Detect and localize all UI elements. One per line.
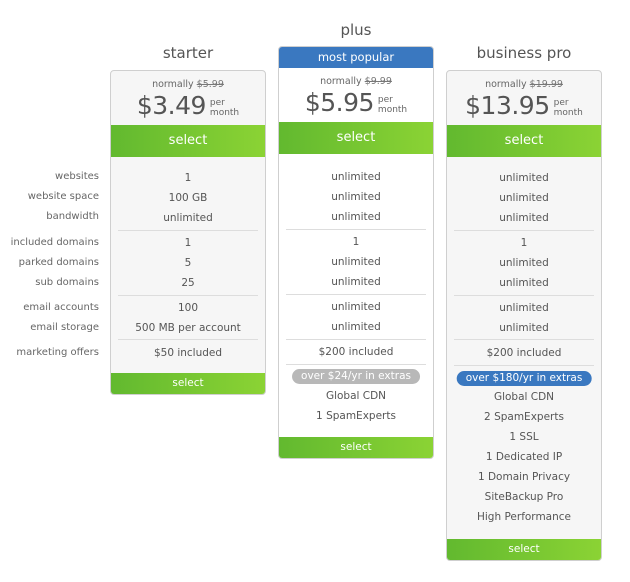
divider (118, 230, 258, 231)
period-label: month (209, 108, 240, 118)
feature-label-marketing-offers: marketing offers (16, 347, 99, 358)
feature-value: 100 (177, 302, 199, 314)
feature-value: 1 (352, 236, 360, 248)
extra-feature: 2 SpamExperts (484, 411, 564, 423)
period-label: month (553, 108, 583, 118)
plan-card-starter: normally $5.99 $3.49 per month select 1 1… (110, 70, 266, 395)
feature-value: unlimited (499, 322, 549, 334)
normal-price: normally $5.99 (111, 79, 265, 90)
feature-value: unlimited (331, 171, 381, 183)
price-period: per month (554, 98, 583, 118)
feature-label-included-domains: included domains (10, 237, 99, 248)
per-label: per (553, 98, 569, 108)
select-button-top[interactable]: select (279, 122, 433, 154)
per-label: per (209, 98, 225, 108)
feature-value: unlimited (163, 212, 213, 224)
select-button-top[interactable]: select (111, 125, 265, 157)
price-row: $3.49 per month (111, 91, 265, 121)
divider (118, 339, 258, 340)
divider (286, 229, 426, 230)
divider (454, 365, 594, 366)
plan-title-business-pro: business pro (476, 44, 572, 62)
extra-feature: 1 SSL (509, 431, 539, 443)
price-row: $5.95 per month (279, 88, 433, 118)
extra-feature: High Performance (476, 511, 571, 523)
feature-value: 100 GB (168, 192, 208, 204)
price-row: $13.95 per month (447, 91, 601, 121)
feature-value: unlimited (499, 212, 549, 224)
plan-card-plus: most popular normally $9.99 $5.95 per mon… (278, 46, 434, 459)
divider (286, 294, 426, 295)
divider (454, 230, 594, 231)
select-button-bottom[interactable]: select (111, 373, 265, 394)
price: $13.95 (465, 91, 550, 120)
feature-value: $200 included (486, 347, 562, 359)
divider (118, 295, 258, 296)
select-button-top[interactable]: select (447, 125, 601, 157)
normal-price: normally $9.99 (279, 76, 433, 87)
feature-value: unlimited (331, 321, 381, 333)
per-label: per (377, 95, 393, 105)
divider (454, 339, 594, 340)
feature-value: unlimited (331, 256, 381, 268)
normally-label: normally (152, 79, 194, 90)
feature-label-email-accounts: email accounts (23, 302, 99, 313)
price-period: per month (210, 98, 239, 118)
divider (286, 364, 426, 365)
feature-value: 25 (181, 277, 195, 289)
feature-value: 500 MB per account (135, 322, 241, 334)
plan-card-business-pro: normally $19.99 $13.95 per month select u… (446, 70, 602, 561)
period-label: month (377, 105, 408, 115)
old-price: $19.99 (529, 79, 563, 90)
feature-label-sub-domains: sub domains (35, 277, 99, 288)
feature-value: 1 (184, 237, 192, 249)
old-price: $9.99 (364, 76, 392, 87)
divider (286, 339, 426, 340)
price-box: normally $9.99 $5.95 per month (279, 68, 433, 122)
normal-price: normally $19.99 (447, 79, 601, 90)
extra-feature: 1 SpamExperts (316, 410, 396, 422)
normally-label: normally (485, 79, 527, 90)
select-button-bottom[interactable]: select (447, 539, 601, 560)
feature-value: 1 (520, 237, 528, 249)
price: $5.95 (304, 88, 375, 117)
extra-feature: 1 Dedicated IP (485, 451, 563, 463)
feature-label-bandwidth: bandwidth (46, 211, 99, 222)
extra-feature: Global CDN (493, 391, 555, 403)
extra-feature: 1 Domain Privacy (477, 471, 571, 483)
select-button-bottom[interactable]: select (279, 437, 433, 458)
feature-label-website-space: website space (27, 191, 99, 202)
feature-value: unlimited (499, 302, 549, 314)
feature-value: unlimited (331, 191, 381, 203)
divider (454, 295, 594, 296)
feature-value: unlimited (331, 301, 381, 313)
extra-feature: Global CDN (325, 390, 387, 402)
extras-pill: over $180/yr in extras (456, 371, 592, 386)
normally-label: normally (320, 76, 362, 87)
price-box: normally $5.99 $3.49 per month (111, 71, 265, 125)
feature-label-parked-domains: parked domains (18, 257, 99, 268)
price: $3.49 (136, 91, 207, 120)
plan-title-plus: plus (340, 21, 372, 39)
feature-value: unlimited (499, 172, 549, 184)
extra-feature: SiteBackup Pro (484, 491, 564, 503)
feature-value: $50 included (153, 347, 223, 359)
price-box: normally $19.99 $13.95 per month (447, 71, 601, 125)
feature-value: unlimited (499, 192, 549, 204)
plan-title-starter: starter (162, 44, 214, 62)
extras-pill: over $24/yr in extras (292, 369, 420, 384)
feature-value: 1 (184, 172, 192, 184)
old-price: $5.99 (196, 79, 224, 90)
feature-value: unlimited (499, 257, 549, 269)
feature-label-email-storage: email storage (30, 322, 99, 333)
price-period: per month (378, 95, 407, 115)
feature-value: 5 (184, 257, 192, 269)
feature-value: unlimited (499, 277, 549, 289)
feature-value: unlimited (331, 211, 381, 223)
feature-value: unlimited (331, 276, 381, 288)
feature-value: $200 included (318, 346, 394, 358)
most-popular-badge: most popular (279, 47, 433, 68)
feature-label-websites: websites (55, 171, 99, 182)
